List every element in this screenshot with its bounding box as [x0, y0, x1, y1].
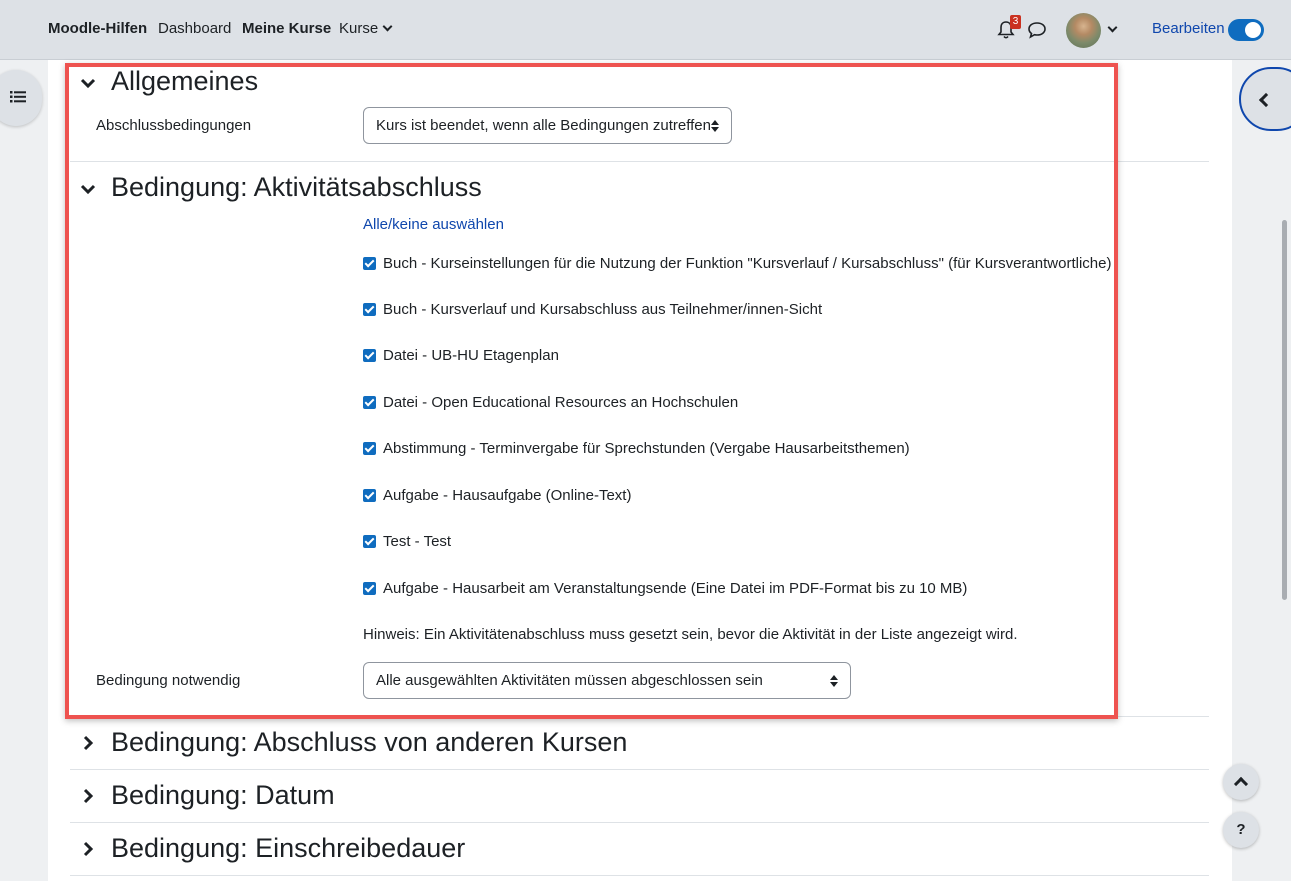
completion-requirements-label: Abschlussbedingungen	[96, 117, 252, 134]
list-icon	[10, 91, 26, 103]
activity-label: Test - Test	[383, 533, 452, 550]
chevron-down-icon	[80, 184, 96, 195]
select-arrows-icon	[711, 120, 719, 132]
nav-courses-dropdown[interactable]: Kurse	[339, 20, 393, 37]
block-drawer-button[interactable]	[1239, 67, 1291, 131]
condition-required-value: Alle ausgewählten Aktivitäten müssen abg…	[376, 672, 763, 689]
section-divider	[70, 875, 1209, 876]
activity-label: Aufgabe - Hausaufgabe (Online-Text)	[383, 487, 632, 504]
checkbox-checked[interactable]	[363, 396, 376, 409]
help-button[interactable]: ?	[1223, 812, 1259, 848]
checkbox-checked[interactable]	[363, 349, 376, 362]
checkbox-checked[interactable]	[363, 303, 376, 316]
chevron-right-icon	[83, 735, 94, 751]
completion-requirements-select[interactable]: Kurs ist beendet, wenn alle Bedingungen …	[363, 107, 732, 144]
message-icon[interactable]	[1027, 21, 1047, 39]
top-navbar: Moodle-Hilfen Dashboard Meine Kurse Kurs…	[0, 0, 1291, 60]
chevron-down-icon	[382, 21, 393, 32]
checkbox-checked[interactable]	[363, 535, 376, 548]
chevron-down-icon	[80, 78, 96, 89]
condition-required-select[interactable]: Alle ausgewählten Aktivitäten müssen abg…	[363, 662, 851, 699]
section-divider	[70, 769, 1209, 770]
section-title: Bedingung: Abschluss von anderen Kursen	[111, 727, 628, 757]
section-title: Bedingung: Datum	[111, 780, 335, 810]
checkbox-checked[interactable]	[363, 489, 376, 502]
chevron-left-icon	[1258, 92, 1274, 108]
activity-hint-text: Hinweis: Ein Aktivitätenabschluss muss g…	[363, 626, 1018, 643]
activity-label: Buch - Kurseinstellungen für die Nutzung…	[383, 255, 1112, 272]
section-divider	[70, 716, 1209, 717]
checkbox-checked[interactable]	[363, 582, 376, 595]
chevron-right-icon	[83, 788, 94, 804]
site-name-link[interactable]: Moodle-Hilfen	[48, 20, 147, 37]
completion-requirements-value: Kurs ist beendet, wenn alle Bedingungen …	[376, 117, 711, 134]
activity-label: Buch - Kursverlauf und Kursabschluss aus…	[383, 301, 823, 318]
scrollbar[interactable]	[1282, 220, 1287, 600]
section-divider	[70, 161, 1209, 162]
notification-count-badge: 3	[1010, 15, 1021, 29]
chevron-right-icon	[83, 841, 94, 857]
checkbox-checked[interactable]	[363, 257, 376, 270]
activity-label: Aufgabe - Hausarbeit am Veranstaltungsen…	[383, 580, 968, 597]
nav-dashboard-link[interactable]: Dashboard	[158, 20, 231, 37]
edit-mode-toggle[interactable]	[1228, 19, 1264, 41]
activity-label: Datei - Open Educational Resources an Ho…	[383, 394, 739, 411]
toggle-knob	[1245, 22, 1261, 38]
section-title: Bedingung: Einschreibedauer	[111, 833, 466, 863]
section-divider	[70, 822, 1209, 823]
select-all-none-link[interactable]: Alle/keine auswählen	[363, 216, 504, 233]
activity-label: Abstimmung - Terminvergabe für Sprechstu…	[383, 440, 910, 457]
section-activity-title: Bedingung: Aktivitätsabschluss	[111, 172, 482, 202]
condition-required-label: Bedingung notwendig	[96, 672, 241, 689]
select-arrows-icon	[830, 675, 838, 687]
activity-label: Datei - UB-HU Etagenplan	[383, 347, 559, 364]
user-avatar[interactable]	[1066, 13, 1101, 48]
course-index-button[interactable]	[0, 70, 42, 126]
chevron-up-icon	[1233, 776, 1249, 792]
back-to-top-button[interactable]	[1223, 764, 1259, 800]
section-general-title: Allgemeines	[111, 66, 259, 96]
checkbox-checked[interactable]	[363, 442, 376, 455]
nav-courses-label: Kurse	[339, 20, 379, 37]
help-label: ?	[1236, 821, 1246, 838]
chevron-down-icon[interactable]	[1107, 22, 1118, 33]
edit-mode-label: Bearbeiten	[1152, 20, 1225, 37]
nav-my-courses-link[interactable]: Meine Kurse	[242, 20, 331, 37]
